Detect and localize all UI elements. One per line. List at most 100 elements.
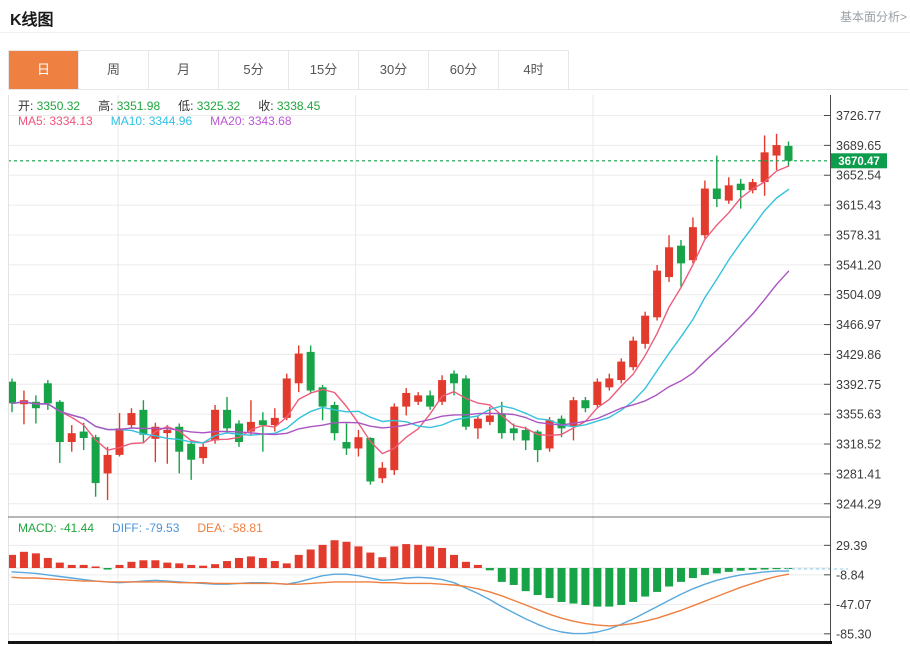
candle-body: [104, 455, 112, 474]
macd-histogram-bar: [378, 557, 386, 568]
candle-body: [617, 362, 625, 381]
macd-histogram-bar: [593, 568, 601, 607]
diff-value: -79.53: [145, 521, 179, 535]
candle-body: [462, 378, 470, 426]
macd-histogram-bar: [139, 560, 147, 568]
macd-histogram-bar: [414, 545, 422, 568]
low-value: 3325.32: [197, 99, 240, 113]
candle-body: [402, 393, 410, 407]
price-axis-label: 3726.77: [836, 109, 881, 123]
candle-body: [486, 415, 494, 421]
candle-body: [80, 432, 88, 438]
tab-5分[interactable]: 5分: [218, 51, 288, 89]
macd-histogram-bar: [749, 568, 757, 570]
macd-histogram-bar: [235, 558, 243, 568]
diff-label: DIFF:: [112, 521, 145, 535]
candle-body: [163, 430, 171, 433]
macd-axis-label: 29.39: [836, 539, 867, 553]
ma20-label: MA20:: [210, 114, 248, 128]
close-value: 3338.45: [277, 99, 320, 113]
macd-macd: MACD: -41.44: [18, 521, 94, 535]
macd-histogram-bar: [725, 568, 733, 572]
macd-histogram-bar: [331, 540, 339, 568]
candle-body: [629, 341, 637, 368]
low-label: 低:: [178, 99, 197, 113]
tab-日[interactable]: 日: [9, 51, 78, 89]
macd-label: MACD:: [18, 521, 60, 535]
macd-histogram-bar: [534, 568, 542, 595]
candle-body: [56, 402, 64, 442]
macd-histogram-bar: [80, 565, 88, 568]
macd-histogram-bar: [32, 553, 40, 568]
macd-histogram-bar: [259, 558, 267, 568]
candle-body: [665, 247, 673, 277]
close-label: 收:: [258, 99, 277, 113]
ma5-value: 3334.13: [49, 114, 92, 128]
price-axis-label: 3392.75: [836, 378, 881, 392]
candle-body: [725, 185, 733, 200]
candle-body: [689, 227, 697, 260]
macd-histogram-bar: [510, 568, 518, 585]
candle-body: [92, 437, 100, 483]
candle-body: [785, 146, 793, 161]
macd-histogram-bar: [44, 558, 52, 568]
tab-月[interactable]: 月: [148, 51, 218, 89]
macd-dea: DEA: -58.81: [197, 521, 262, 535]
dea-label: DEA:: [197, 521, 228, 535]
candle-body: [510, 428, 518, 433]
price-axis-label: 3504.09: [836, 288, 881, 302]
ohlc-info-row: 开: 3350.32 高: 3351.98 低: 3325.32 收: 3338.45: [18, 97, 338, 114]
macd-histogram-bar: [665, 568, 673, 587]
price-axis-label: 3541.20: [836, 258, 881, 272]
macd-histogram-bar: [56, 563, 64, 568]
macd-info-row: MACD: -41.44 DIFF: -79.53 DEA: -58.81: [18, 521, 281, 535]
macd-histogram-bar: [546, 568, 554, 598]
ohlc-open: 开: 3350.32: [18, 99, 80, 113]
macd-histogram-bar: [605, 568, 613, 607]
candle-body: [641, 316, 649, 344]
macd-histogram-bar: [677, 568, 685, 582]
ohlc-close: 收: 3338.45: [258, 99, 320, 113]
macd-histogram-bar: [187, 565, 195, 568]
fundamental-analysis-link[interactable]: 基本面分析>: [840, 8, 907, 25]
tab-30分[interactable]: 30分: [358, 51, 428, 89]
candle-body: [773, 145, 781, 155]
price-axis-label: 3244.29: [836, 497, 881, 511]
candle-body: [295, 354, 303, 384]
macd-histogram-bar: [8, 555, 16, 568]
high-label: 高:: [98, 99, 117, 113]
ma-ma5: MA5: 3334.13: [18, 114, 93, 128]
tab-15分[interactable]: 15分: [288, 51, 358, 89]
tab-60分[interactable]: 60分: [428, 51, 498, 89]
macd-histogram-bar: [617, 568, 625, 605]
tab-4时[interactable]: 4时: [498, 51, 568, 89]
ma10-value: 3344.96: [149, 114, 192, 128]
macd-histogram-bar: [653, 568, 661, 592]
macd-histogram-bar: [474, 565, 482, 568]
macd-histogram-bar: [175, 563, 183, 568]
macd-histogram-bar: [713, 568, 721, 573]
macd-histogram-bar: [116, 565, 124, 568]
macd-histogram-bar: [438, 548, 446, 568]
macd-histogram-bar: [211, 564, 219, 568]
macd-diff: DIFF: -79.53: [112, 521, 179, 535]
candle-body: [605, 378, 613, 387]
candle-body: [581, 400, 589, 408]
candle-body: [653, 271, 661, 318]
candle-body: [354, 437, 362, 448]
price-axis-label: 3689.65: [836, 139, 881, 153]
high-value: 3351.98: [117, 99, 160, 113]
candle-body: [259, 420, 267, 425]
page-title: K线图: [10, 6, 54, 30]
candle-body: [414, 395, 422, 401]
candle-body: [223, 410, 231, 429]
macd-histogram-bar: [558, 568, 566, 602]
macd-histogram-bar: [307, 549, 315, 568]
ma5-label: MA5:: [18, 114, 49, 128]
price-axis-label: 3652.54: [836, 169, 881, 183]
price-axis-label: 3318.52: [836, 438, 881, 452]
price-axis-label: 3355.63: [836, 408, 881, 422]
macd-histogram-bar: [247, 556, 255, 568]
macd-histogram-bar: [522, 568, 530, 591]
tab-周[interactable]: 周: [78, 51, 148, 89]
